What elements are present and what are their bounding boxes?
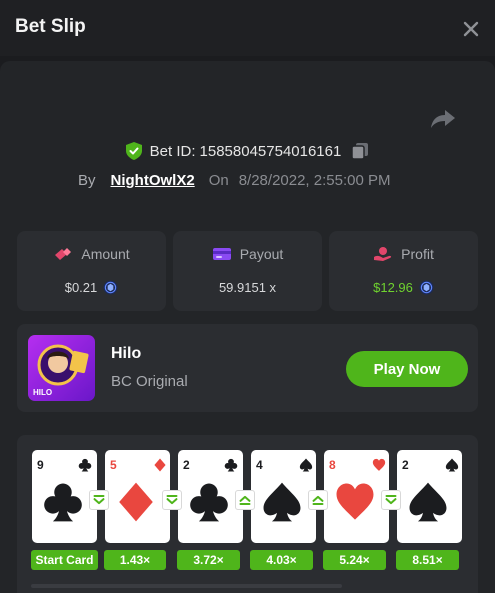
game-subtitle: BC Original [111,373,188,390]
card-history-panel[interactable]: 9 Start Card 5 1.43× 2 3.72× 4 4.03× 8 5.24× 2 8.51… [17,435,478,593]
playing-card: 5 [105,450,170,543]
payout-card-icon [212,248,231,260]
username-link[interactable]: NightOwlX2 [111,172,195,189]
multiplier-label: 5.24× [323,550,386,570]
multiplier-label: 1.43× [104,550,166,570]
header-bar: Bet Slip [0,0,495,56]
bet-date: 8/28/2022, 2:55:00 PM [238,171,391,189]
horizontal-scrollbar[interactable] [31,584,342,588]
diamond-icon [154,458,166,472]
club-icon [44,483,82,522]
payout-stat: Payout 59.9151 x [173,231,322,311]
on-label: On [208,171,229,189]
spade-icon [263,482,301,522]
higher-arrow-icon [235,490,255,510]
heart-icon [336,483,374,520]
start-card-label: Start Card [31,550,98,570]
by-label: By [78,171,96,189]
profit-label: Profit [401,246,434,262]
coin-icon [103,280,118,295]
bet-id-value: 15858045754016161 [199,142,342,160]
game-name: Hilo [111,345,142,362]
multiplier-label: 4.03× [250,550,313,570]
diamond-icon [119,482,153,522]
club-icon [78,458,92,472]
lower-arrow-icon [381,490,401,510]
multiplier-label: 3.72× [177,550,240,570]
higher-arrow-icon [308,490,328,510]
shield-check-icon [125,142,142,160]
amount-label: Amount [81,246,130,262]
payout-value: 59.9151 x [218,280,277,295]
profit-hand-icon [374,247,392,261]
card-rank: 2 [183,458,190,472]
close-icon[interactable] [460,18,482,40]
play-now-button[interactable]: Play Now [346,351,468,387]
spade-icon [409,482,447,522]
card-rank: 8 [329,458,336,472]
coin-icon [419,280,434,295]
lower-arrow-icon [162,490,182,510]
multiplier-label: 8.51× [396,550,459,570]
bet-author-row: By NightOwlX2 On 8/28/2022, 2:55:00 PM [78,170,390,190]
playing-card: 2 [178,450,243,543]
amount-icon [55,248,72,260]
heart-icon [372,458,386,471]
card-rank: 9 [37,458,44,472]
amount-value: $0.21 [64,280,98,295]
lower-arrow-icon [89,490,109,510]
share-icon[interactable] [430,108,456,130]
game-thumbnail[interactable]: HILO [28,335,95,401]
spade-icon [299,458,313,472]
profit-stat: Profit $12.96 [329,231,478,311]
playing-card: 4 [251,450,316,543]
profit-value: $12.96 [373,280,413,295]
game-card: HILO Hilo BC Original Play Now [17,324,478,412]
page-title: Bet Slip [15,16,86,37]
playing-card: 2 [397,450,462,543]
club-icon [224,458,238,472]
spade-icon [445,458,459,472]
card-rank: 4 [256,458,263,472]
card-rank: 2 [402,458,409,472]
card-rank: 5 [110,458,117,472]
payout-label: Payout [239,246,284,262]
playing-card: 8 [324,450,389,543]
bet-id-row: Bet ID: 15858045754016161 [0,140,495,162]
club-icon [190,483,228,522]
amount-stat: Amount $0.21 [17,231,166,311]
bet-id-label: Bet ID: [149,142,196,160]
playing-card: 9 [32,450,97,543]
copy-icon[interactable] [351,142,369,160]
thumbnail-text: HILO [33,388,52,397]
